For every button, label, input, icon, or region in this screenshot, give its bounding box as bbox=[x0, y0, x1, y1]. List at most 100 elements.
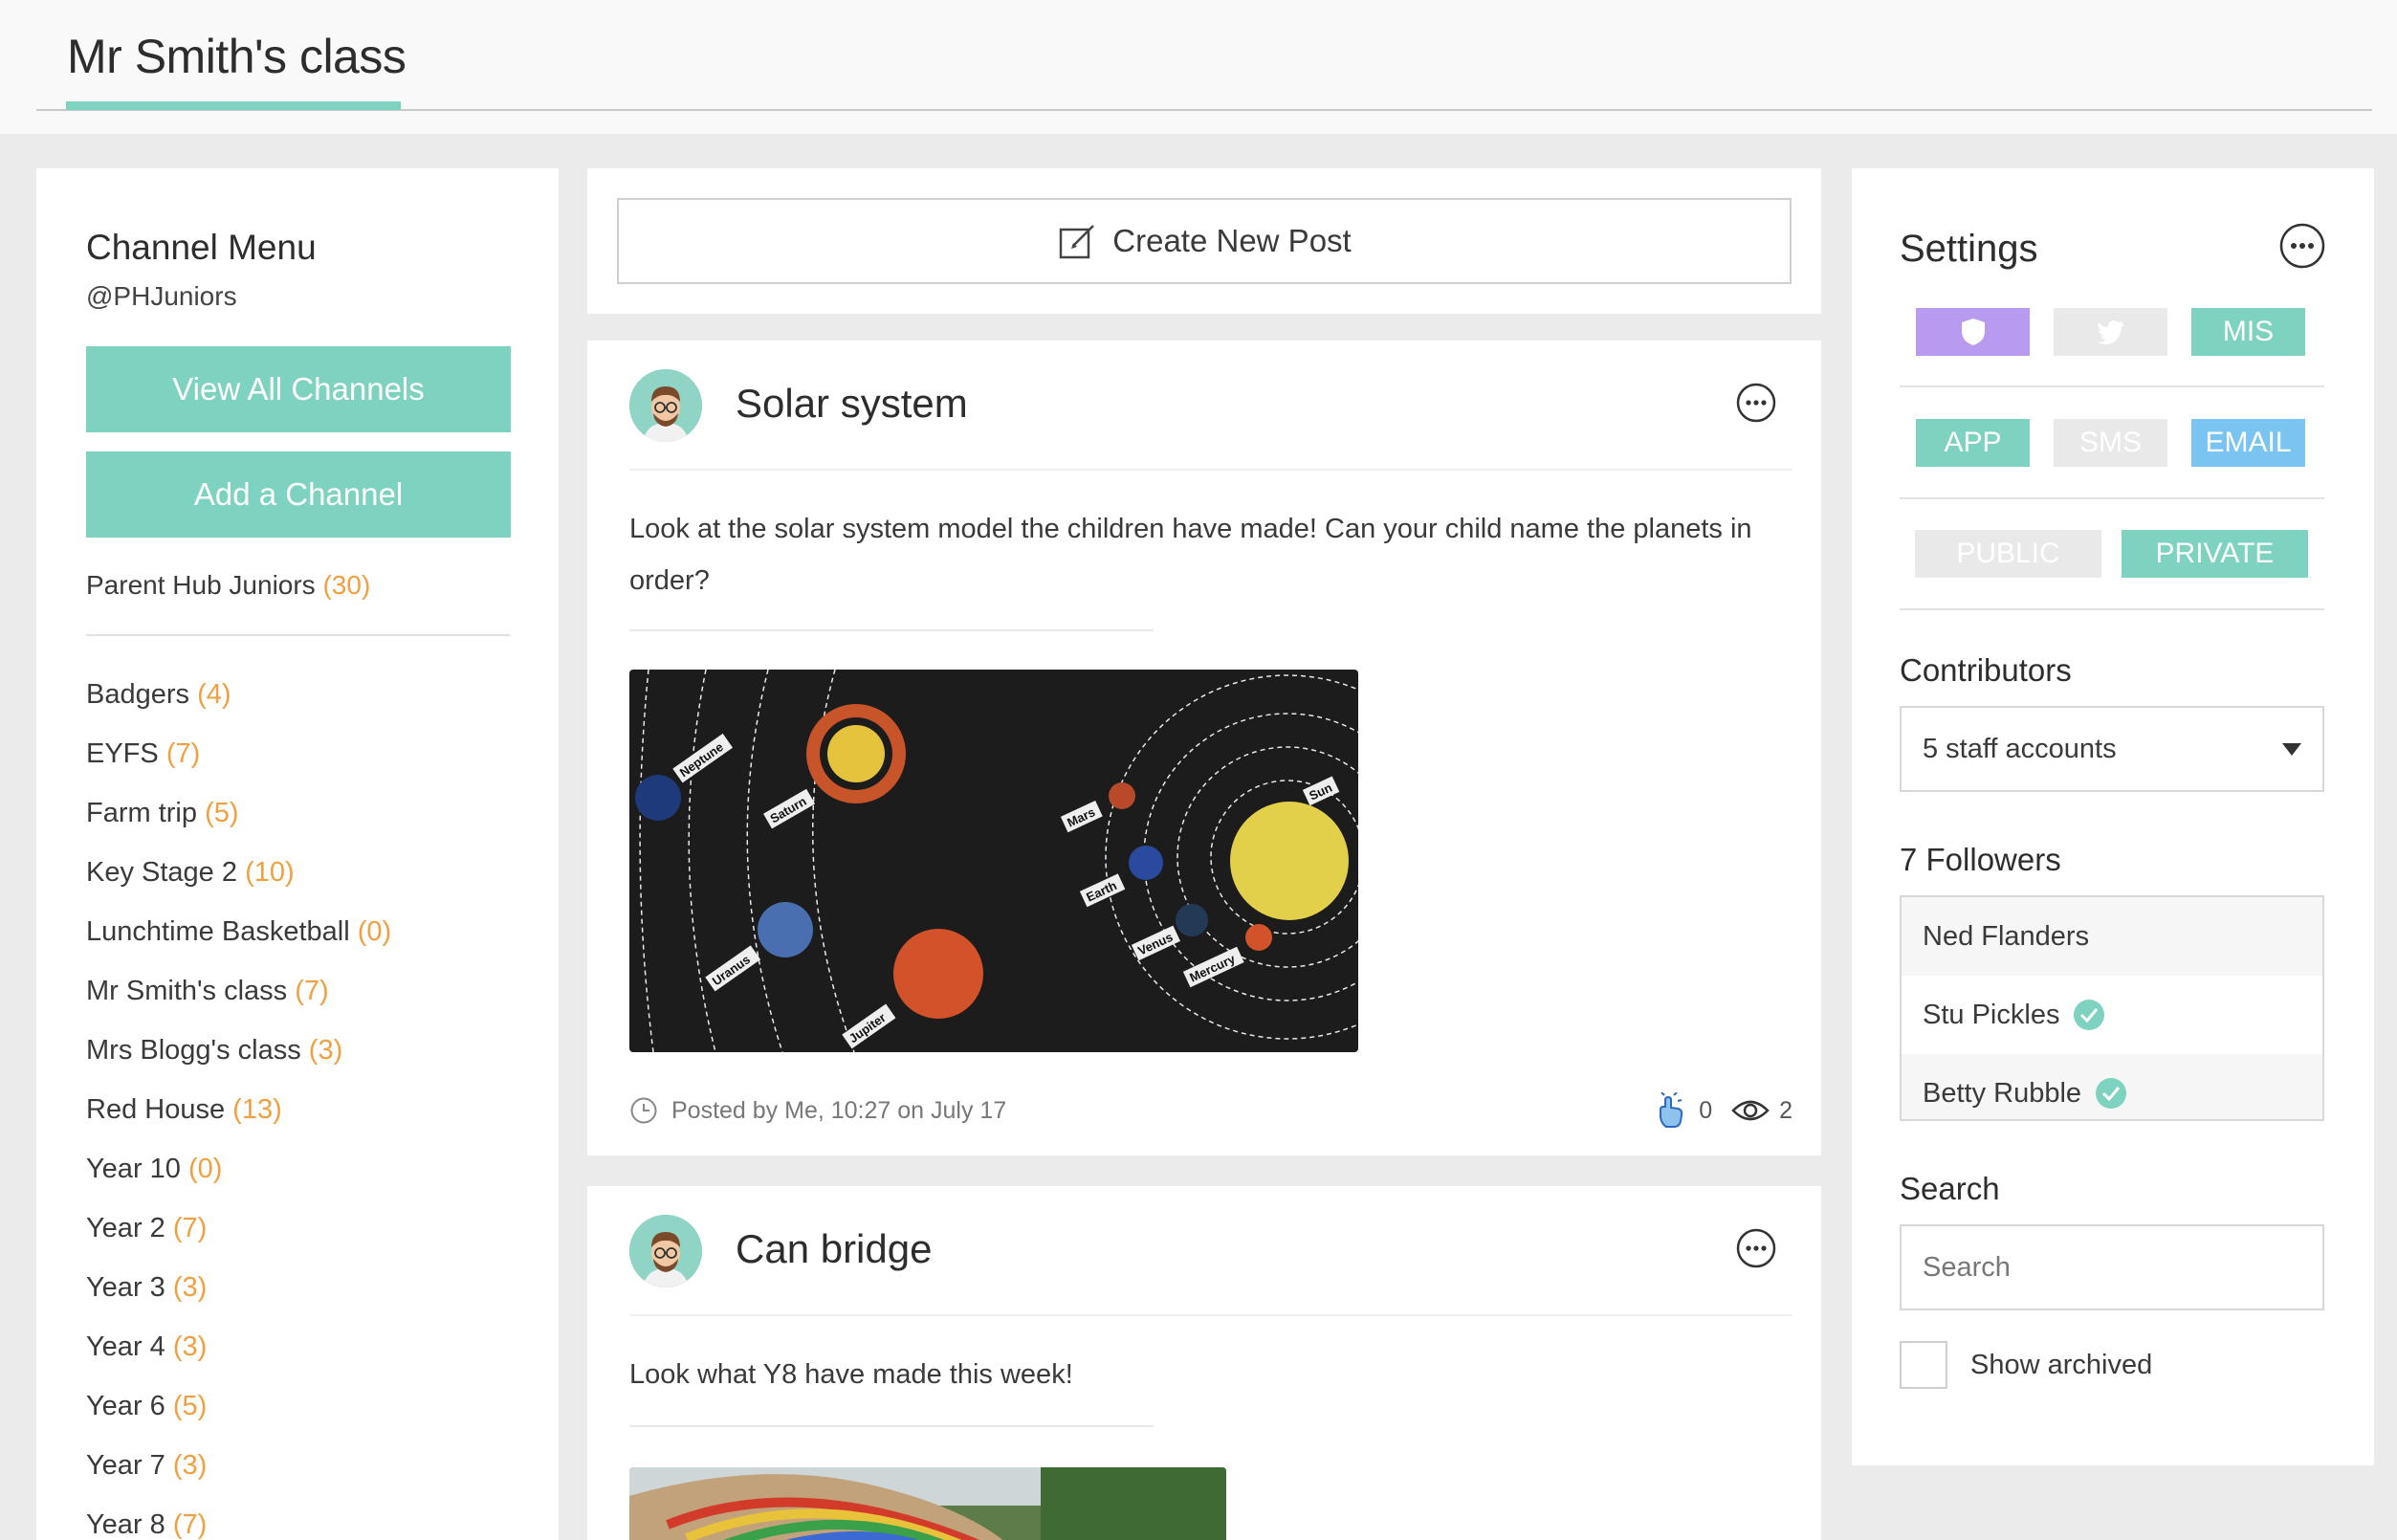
hub-channel-name: Parent Hub Juniors bbox=[86, 570, 316, 600]
email-toggle[interactable]: EMAIL bbox=[2191, 419, 2305, 467]
teacher-avatar-icon bbox=[629, 1215, 702, 1287]
clock-icon bbox=[630, 1097, 657, 1124]
settings-title: Settings bbox=[1900, 228, 2038, 270]
verified-check-icon bbox=[2096, 1078, 2127, 1109]
channel-divider bbox=[86, 634, 511, 636]
channel-name: Year 6 bbox=[86, 1391, 165, 1421]
channel-item[interactable]: Year 2 (7) bbox=[86, 1199, 391, 1258]
channel-count: (5) bbox=[205, 798, 239, 828]
post-card: Can bridge Look what Y8 have made this w… bbox=[587, 1186, 1821, 1540]
active-tab-underline bbox=[66, 101, 401, 110]
can-bridge-photo bbox=[629, 1467, 1226, 1540]
channel-name: Mr Smith's class bbox=[86, 976, 288, 1006]
add-channel-button[interactable]: Add a Channel bbox=[86, 451, 511, 538]
show-archived-row: Show archived bbox=[1900, 1341, 2152, 1389]
channel-count: (0) bbox=[187, 1154, 223, 1184]
views-eye-icon bbox=[1731, 1100, 1770, 1121]
channel-name: Lunchtime Basketball bbox=[86, 916, 350, 947]
post-image[interactable] bbox=[629, 1467, 1226, 1540]
channel-item[interactable]: Key Stage 2 (10) bbox=[86, 843, 391, 902]
channel-name: Year 8 bbox=[86, 1509, 165, 1540]
settings-divider bbox=[1900, 385, 2324, 387]
channel-item[interactable]: Badgers (4) bbox=[86, 665, 391, 724]
channel-name: Farm trip bbox=[86, 798, 197, 828]
channel-item[interactable]: Year 6 (5) bbox=[86, 1376, 391, 1436]
post-meta: Posted by Me, 10:27 on July 17 bbox=[629, 1096, 1006, 1125]
channel-item[interactable]: Red House (13) bbox=[86, 1080, 391, 1139]
security-toggle[interactable] bbox=[1916, 308, 2030, 356]
like-count: 0 bbox=[1699, 1096, 1713, 1124]
post-stats: 0 2 bbox=[1655, 1092, 1792, 1129]
follower-item[interactable]: Ned Flanders bbox=[1902, 897, 2322, 976]
more-options-icon[interactable] bbox=[2278, 222, 2326, 270]
channel-name: Mrs Blogg's class bbox=[86, 1035, 301, 1066]
followers-label: 7 Followers bbox=[1900, 842, 2061, 877]
channel-item[interactable]: Year 7 (3) bbox=[86, 1436, 391, 1495]
post-body-divider bbox=[629, 629, 1154, 631]
post-title: Can bridge bbox=[736, 1226, 933, 1271]
channel-count: (7) bbox=[172, 1509, 208, 1540]
channel-count: (4) bbox=[197, 679, 231, 710]
channel-name: Year 2 bbox=[86, 1213, 165, 1243]
channel-count: (10) bbox=[245, 857, 295, 888]
channel-menu-panel: Channel Menu @PHJuniors View All Channel… bbox=[36, 168, 559, 1540]
channel-name: Year 4 bbox=[86, 1331, 165, 1362]
channel-count: (3) bbox=[172, 1450, 208, 1481]
solar-system-photo: Neptune Saturn Uranus Jupiter Mars Earth… bbox=[629, 670, 1358, 1052]
post-title: Solar system bbox=[736, 381, 968, 426]
view-all-channels-button[interactable]: View All Channels bbox=[86, 346, 511, 432]
private-toggle[interactable]: PRIVATE bbox=[2122, 530, 2308, 578]
teacher-avatar-icon bbox=[629, 369, 702, 442]
post-card: Solar system Look at the solar system mo… bbox=[587, 341, 1821, 1155]
more-options-icon[interactable] bbox=[1735, 382, 1777, 424]
channel-menu-title: Channel Menu bbox=[86, 228, 317, 267]
sms-toggle[interactable]: SMS bbox=[2054, 419, 2167, 467]
avatar bbox=[629, 1215, 702, 1287]
post-header-divider bbox=[629, 1314, 1792, 1316]
search-label: Search bbox=[1900, 1171, 2000, 1206]
post-body: Look what Y8 have made this week! bbox=[629, 1359, 1073, 1390]
hub-channel-count: (30) bbox=[322, 570, 371, 600]
follower-item[interactable]: Stu Pickles bbox=[1902, 976, 2322, 1054]
post-image[interactable]: Neptune Saturn Uranus Jupiter Mars Earth… bbox=[629, 670, 1358, 1052]
channel-item[interactable]: Farm trip (5) bbox=[86, 783, 391, 843]
channel-name: Year 7 bbox=[86, 1450, 165, 1481]
follower-name: Stu Pickles bbox=[1923, 999, 2060, 1030]
contributors-select[interactable]: 5 staff accounts bbox=[1900, 706, 2324, 792]
follower-item[interactable]: Betty Rubble bbox=[1902, 1054, 2322, 1119]
more-options-icon[interactable] bbox=[1735, 1227, 1777, 1269]
channel-item[interactable]: Year 10 (0) bbox=[86, 1139, 391, 1199]
post-header-divider bbox=[629, 469, 1792, 471]
create-new-post-button[interactable]: Create New Post bbox=[617, 198, 1792, 284]
channel-item[interactable]: Lunchtime Basketball (0) bbox=[86, 902, 391, 961]
post-body-divider bbox=[629, 1425, 1154, 1427]
search-input[interactable] bbox=[1900, 1224, 2324, 1310]
channel-item[interactable]: Mrs Blogg's class (3) bbox=[86, 1021, 391, 1080]
like-hand-icon[interactable] bbox=[1655, 1092, 1689, 1129]
page-title: Mr Smith's class bbox=[67, 30, 407, 83]
channel-name: Year 10 bbox=[86, 1154, 181, 1184]
mis-toggle[interactable]: MIS bbox=[2191, 308, 2305, 356]
channel-handle: @PHJuniors bbox=[86, 281, 237, 311]
followers-list[interactable]: Ned Flanders Stu Pickles Betty Rubble bbox=[1900, 895, 2324, 1121]
channel-name: Red House bbox=[86, 1094, 226, 1125]
twitter-toggle[interactable] bbox=[2054, 308, 2167, 356]
channel-count: (7) bbox=[295, 976, 329, 1006]
channel-item[interactable]: Year 8 (7) bbox=[86, 1495, 391, 1540]
show-archived-checkbox[interactable] bbox=[1900, 1341, 1947, 1389]
channel-item[interactable]: Mr Smith's class (7) bbox=[86, 961, 391, 1021]
hub-channel-link[interactable]: Parent Hub Juniors (30) bbox=[86, 570, 370, 601]
contributors-value: 5 staff accounts bbox=[1923, 733, 2117, 764]
view-count: 2 bbox=[1779, 1096, 1792, 1124]
page-header: Mr Smith's class bbox=[0, 0, 2397, 134]
public-toggle[interactable]: PUBLIC bbox=[1915, 530, 2101, 578]
channel-item[interactable]: EYFS (7) bbox=[86, 724, 391, 783]
channel-count: (3) bbox=[172, 1272, 208, 1303]
app-toggle[interactable]: APP bbox=[1916, 419, 2030, 467]
channel-count: (5) bbox=[172, 1391, 208, 1421]
edit-icon bbox=[1060, 225, 1095, 259]
channel-name: EYFS bbox=[86, 738, 159, 769]
channel-item[interactable]: Year 3 (3) bbox=[86, 1258, 391, 1317]
channel-item[interactable]: Year 4 (3) bbox=[86, 1317, 391, 1376]
chevron-down-icon bbox=[2282, 743, 2301, 756]
